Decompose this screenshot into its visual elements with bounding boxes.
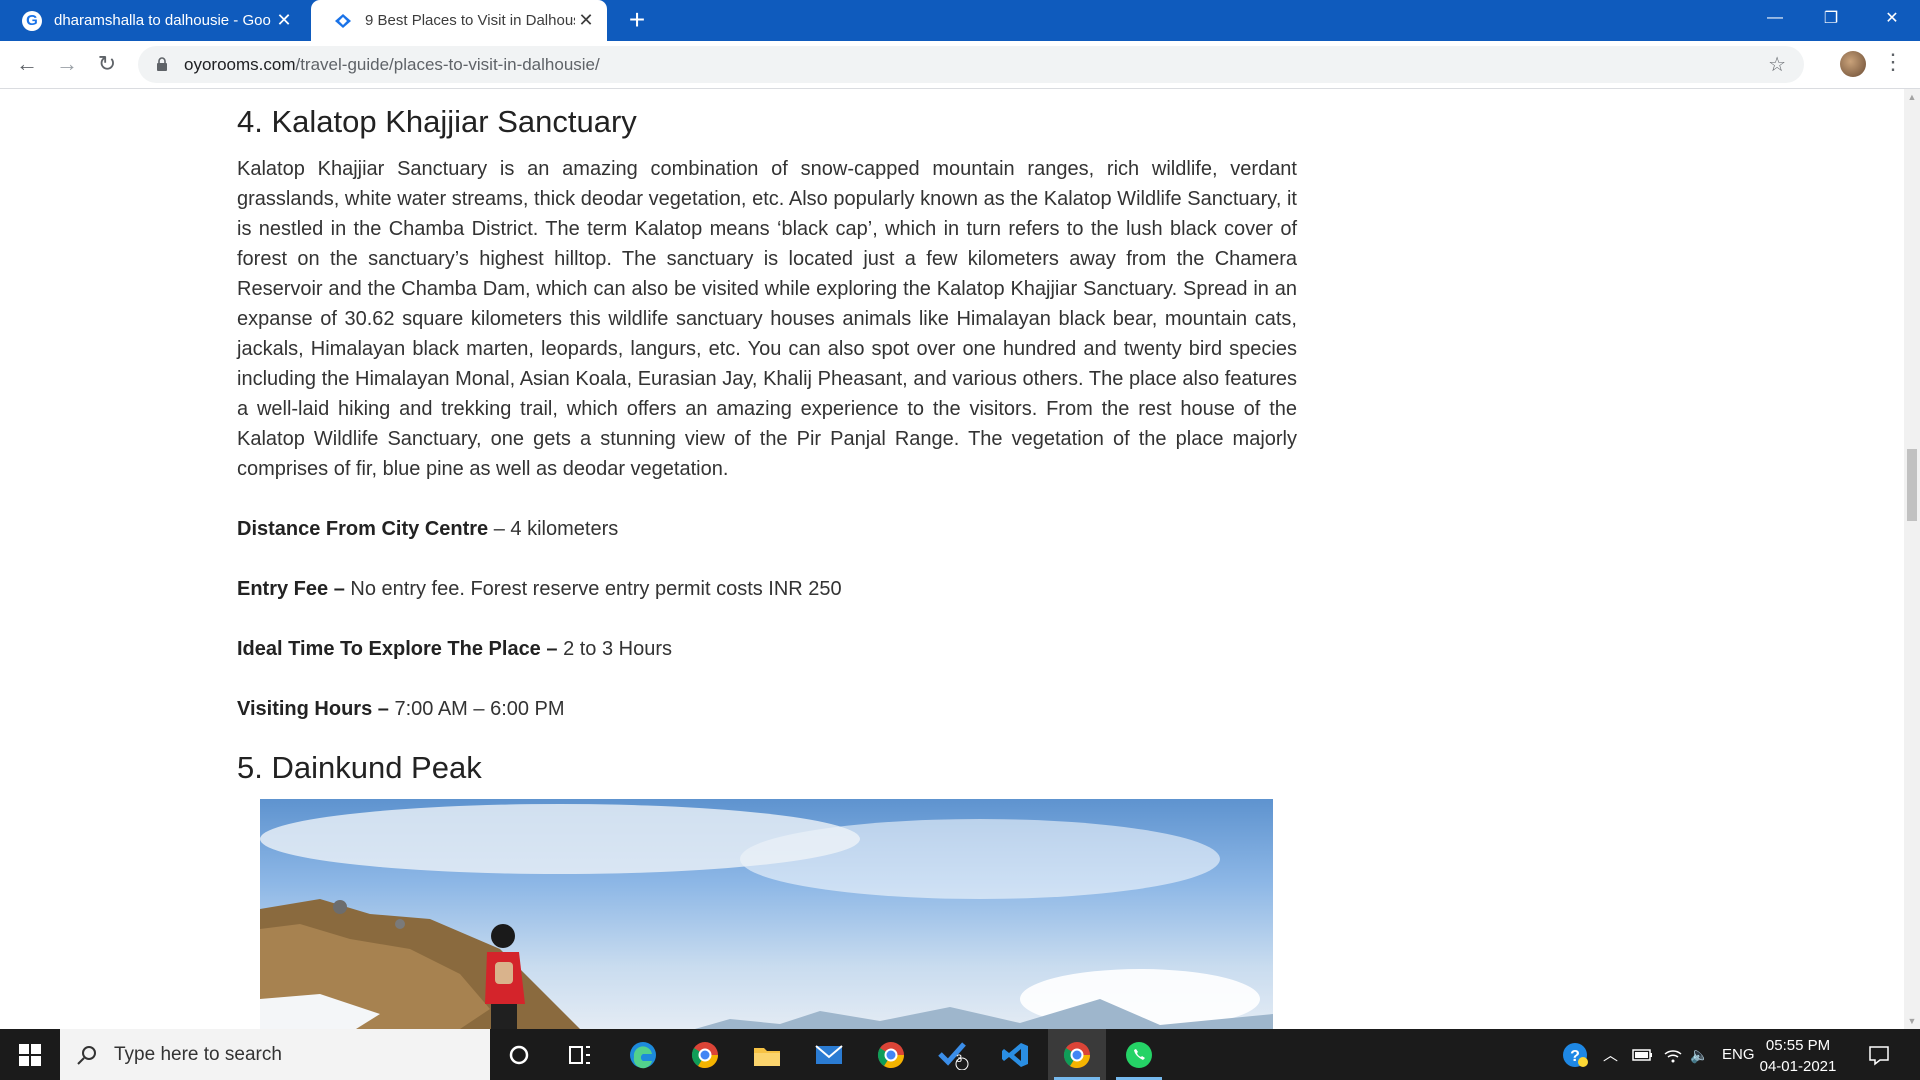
windows-logo-icon [19, 1043, 41, 1066]
chrome-search-icon[interactable] [862, 1029, 920, 1080]
mail-icon[interactable] [800, 1029, 858, 1080]
language-indicator[interactable]: ENG [1722, 1029, 1755, 1080]
cortana-icon[interactable] [490, 1029, 548, 1080]
scroll-down-icon[interactable]: ▼ [1904, 1013, 1920, 1029]
browser-menu-icon[interactable]: ⋮ [1882, 49, 1904, 79]
info-label: Ideal Time To Explore The Place – [237, 638, 558, 660]
scroll-up-icon[interactable]: ▲ [1904, 89, 1920, 105]
edge-browser-icon[interactable] [614, 1029, 672, 1080]
file-explorer-icon[interactable] [738, 1029, 796, 1080]
section-paragraph: Kalatop Khajjiar Sanctuary is an amazing… [237, 158, 1297, 480]
scroll-thumb[interactable] [1907, 449, 1917, 521]
whatsapp-icon[interactable] [1110, 1029, 1168, 1080]
close-window-button[interactable]: ✕ [1864, 0, 1920, 36]
info-label: Visiting Hours – [237, 698, 389, 720]
lock-icon[interactable] [152, 57, 172, 72]
google-icon: G [22, 10, 42, 31]
close-tab-icon[interactable]: ✕ [273, 10, 295, 31]
url-text[interactable]: oyorooms.com/travel-guide/places-to-visi… [184, 55, 600, 75]
profile-avatar[interactable] [1840, 51, 1866, 77]
notifications-icon[interactable] [1868, 1029, 1890, 1080]
show-hidden-icons-icon[interactable]: ︿ [1603, 1029, 1618, 1080]
chrome-profile-icon[interactable] [676, 1029, 734, 1080]
oyo-favicon-icon [335, 13, 351, 28]
section-heading: 4. Kalatop Khajjiar Sanctuary [237, 104, 637, 139]
info-value: No entry fee. Forest reserve entry permi… [350, 578, 842, 600]
info-value: 2 to 3 Hours [563, 638, 673, 660]
dainkund-peak-photo [260, 799, 1273, 1029]
info-value: 7:00 AM – 6:00 PM [394, 698, 565, 720]
info-value: 4 kilometers [510, 518, 619, 540]
address-bar[interactable]: oyorooms.com/travel-guide/places-to-visi… [138, 46, 1804, 83]
tab-strip: G dharamshalla to dalhousie - Goo ✕ 9 Be… [0, 0, 1920, 41]
tab-title: 9 Best Places to Visit in Dalhousie [365, 12, 575, 29]
clock[interactable]: 05:55 PM 04-01-2021 [1758, 1035, 1838, 1077]
chrome-active-icon[interactable] [1048, 1029, 1106, 1080]
vscode-icon[interactable] [986, 1029, 1044, 1080]
bookmark-star-icon[interactable]: ☆ [1768, 52, 1786, 77]
todo-icon[interactable]: 3 [924, 1029, 982, 1080]
start-button[interactable] [0, 1029, 60, 1080]
section-heading: 5. Dainkund Peak [237, 750, 482, 785]
new-tab-button[interactable]: + [622, 6, 652, 36]
info-entry-fee: Entry Fee – No entry fee. Forest reserve… [237, 578, 842, 601]
forward-button[interactable]: → [52, 49, 82, 79]
page-content: 4. Kalatop Khajjiar Sanctuary Kalatop Kh… [0, 89, 1904, 1029]
clock-time: 05:55 PM [1765, 1037, 1831, 1054]
close-tab-icon[interactable]: ✕ [575, 10, 597, 31]
info-ideal-time: Ideal Time To Explore The Place – 2 to 3… [237, 638, 672, 661]
task-view-icon[interactable] [551, 1029, 609, 1080]
windows-taskbar: Type here to search 3 ? ︿ 🔈 ENG 05:55 PM… [0, 1029, 1920, 1080]
tab-oyo-article[interactable]: 9 Best Places to Visit in Dalhousie ✕ [311, 0, 607, 41]
search-icon [77, 1045, 96, 1065]
taskbar-search[interactable]: Type here to search [60, 1029, 490, 1080]
browser-toolbar: ← → ↻ oyorooms.com/travel-guide/places-t… [0, 41, 1920, 89]
back-button[interactable]: ← [12, 49, 42, 79]
search-placeholder: Type here to search [114, 1043, 282, 1065]
tab-google-search[interactable]: G dharamshalla to dalhousie - Goo ✕ [0, 0, 305, 41]
reload-button[interactable]: ↻ [92, 49, 122, 79]
info-distance: Distance From City Centre – 4 kilometers [237, 518, 619, 540]
restore-button[interactable]: ❐ [1803, 0, 1859, 36]
info-label: Distance From City Centre [237, 518, 489, 540]
help-icon[interactable]: ? [1560, 1029, 1590, 1080]
battery-icon[interactable] [1632, 1029, 1654, 1080]
info-visiting-hours: Visiting Hours – 7:00 AM – 6:00 PM [237, 698, 565, 721]
page-scrollbar[interactable]: ▲ ▼ [1904, 89, 1920, 1029]
minimize-button[interactable]: — [1747, 0, 1803, 36]
tab-title: dharamshalla to dalhousie - Goo [54, 12, 271, 29]
volume-icon[interactable]: 🔈 [1690, 1029, 1709, 1080]
clock-date: 04-01-2021 [1759, 1058, 1837, 1075]
info-label: Entry Fee – [237, 578, 345, 600]
wifi-icon[interactable] [1663, 1029, 1683, 1080]
todo-badge: 3 [956, 1053, 963, 1065]
